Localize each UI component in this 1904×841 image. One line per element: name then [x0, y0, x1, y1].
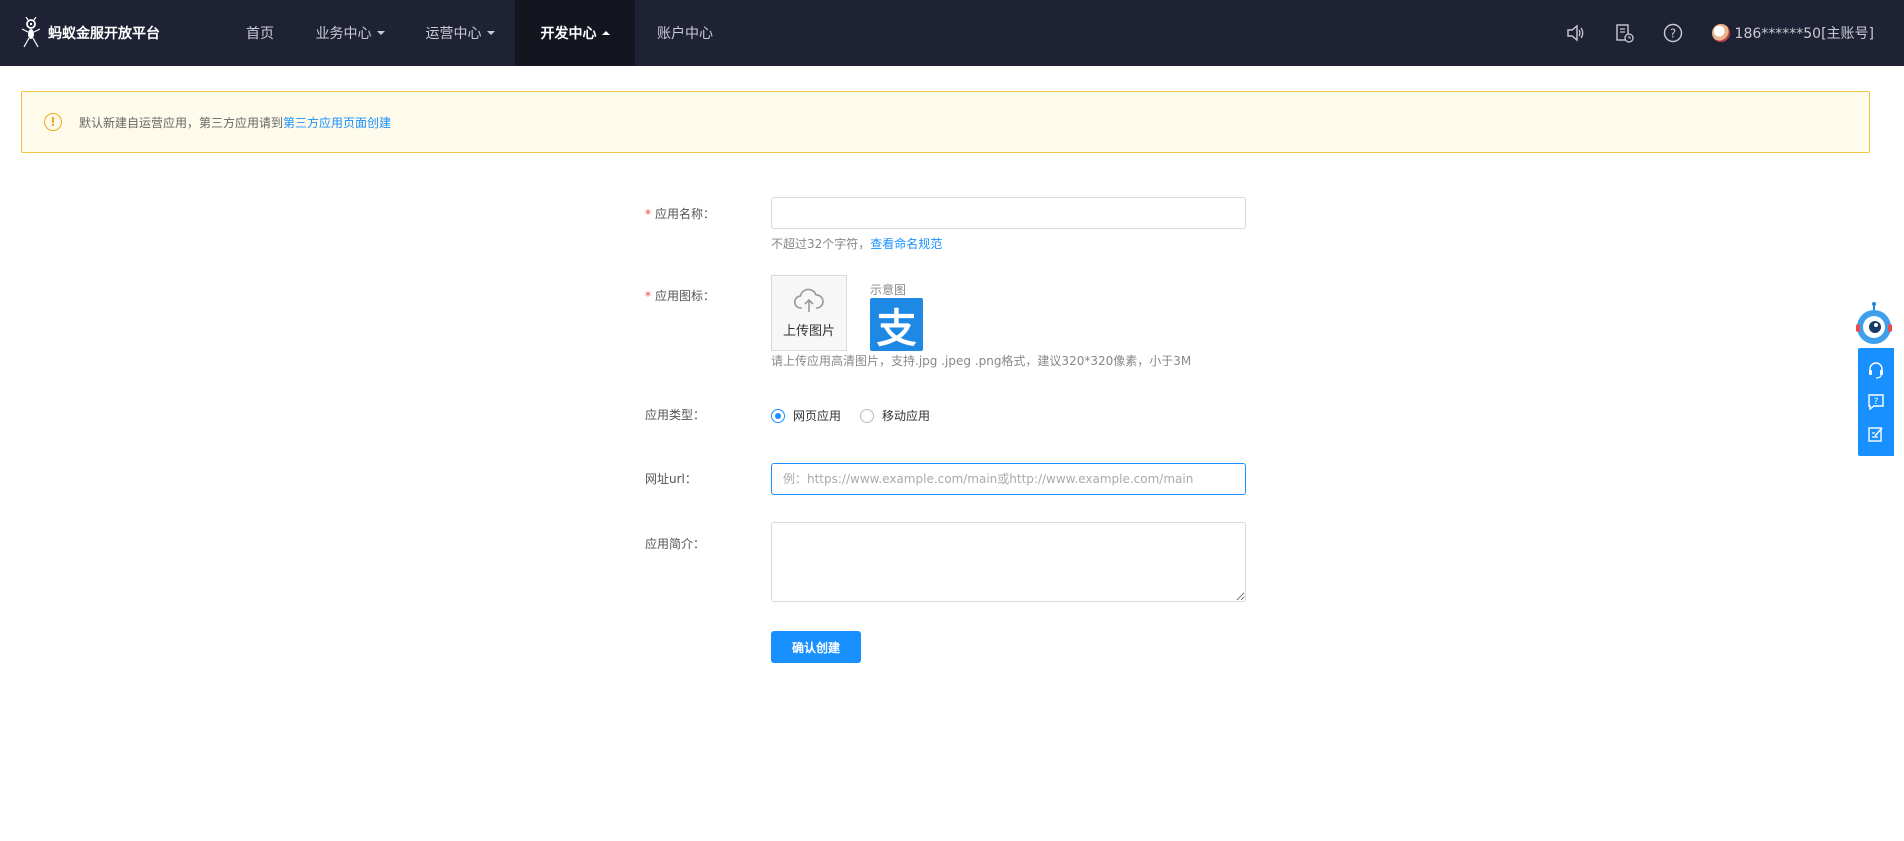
- header-tools: ? 186******50[主账号]: [1537, 0, 1874, 66]
- help-icon[interactable]: ?: [1662, 22, 1684, 44]
- hint-text: 不超过32个字符，: [771, 237, 871, 251]
- main-nav: 首页 业务中心 运营中心 开发中心 账户中心: [225, 0, 735, 66]
- nav-operation-center[interactable]: 运营中心: [405, 0, 515, 66]
- app-name-input[interactable]: [771, 197, 1246, 229]
- nav-label: 首页: [246, 26, 274, 42]
- radio-label: 网页应用: [793, 409, 842, 423]
- app-desc-textarea[interactable]: [771, 522, 1246, 602]
- caret-up-icon: [601, 31, 610, 35]
- caret-down-icon: [376, 31, 385, 35]
- required-mark: *: [645, 207, 651, 221]
- app-type-label: 应用类型：: [645, 408, 706, 422]
- faq-icon[interactable]: ?: [1867, 393, 1885, 411]
- warning-icon: !: [44, 113, 62, 131]
- nav-label: 账户中心: [657, 26, 713, 42]
- app-name-label: * 应用名称：: [645, 205, 715, 222]
- app-icon-hint: 请上传应用高清图片，支持.jpg .jpeg .png格式，建议320*320像…: [771, 354, 1192, 368]
- nav-account-center[interactable]: 账户中心: [635, 0, 735, 66]
- feedback-icon[interactable]: [1867, 425, 1885, 443]
- robot-assistant-icon[interactable]: [1854, 302, 1894, 346]
- upload-image-button[interactable]: 上传图片: [771, 275, 847, 351]
- app-desc-label: 应用简介：: [645, 537, 706, 551]
- user-name: 186******50[主账号]: [1734, 26, 1874, 42]
- nav-label: 开发中心: [540, 26, 597, 42]
- app-icon-label: * 应用图标：: [645, 287, 715, 304]
- app-name-hint: 不超过32个字符，查看命名规范: [771, 235, 942, 252]
- nav-dev-center[interactable]: 开发中心: [515, 0, 635, 66]
- svg-text:?: ?: [1874, 397, 1879, 407]
- radio-dot: [771, 408, 785, 423]
- required-mark: *: [645, 289, 651, 303]
- user-account[interactable]: 186******50[主账号]: [1711, 23, 1874, 43]
- naming-rules-link[interactable]: 查看命名规范: [870, 237, 942, 251]
- confirm-create-button[interactable]: 确认创建: [771, 631, 861, 663]
- top-nav-bar: 蚂蚁金服开放平台 首页 业务中心 运营中心 开发中心 账户中心 ? 186***…: [0, 0, 1904, 66]
- nav-home[interactable]: 首页: [225, 0, 295, 66]
- url-input[interactable]: [771, 463, 1246, 495]
- cloud-upload-icon: [794, 288, 824, 312]
- brand-name: 蚂蚁金服开放平台: [48, 26, 160, 42]
- url-label: 网址url：: [645, 472, 697, 486]
- brand[interactable]: 蚂蚁金服开放平台: [20, 0, 160, 66]
- label-text: 应用名称：: [655, 207, 716, 221]
- radio-mobile-app[interactable]: 移动应用: [860, 407, 930, 424]
- radio-dot: [860, 408, 874, 423]
- nav-label: 运营中心: [425, 26, 482, 42]
- ant-logo-icon: [21, 17, 41, 48]
- side-tools: ?: [1858, 348, 1894, 456]
- speaker-icon[interactable]: [1564, 22, 1586, 44]
- svg-text:?: ?: [1669, 27, 1675, 41]
- caret-down-icon: [486, 31, 495, 35]
- document-clock-icon[interactable]: [1613, 22, 1635, 44]
- customer-service-icon[interactable]: [1867, 361, 1885, 379]
- alipay-sample-icon: 支: [870, 298, 923, 352]
- nav-label: 业务中心: [315, 26, 372, 42]
- avatar: [1711, 24, 1730, 42]
- radio-web-app[interactable]: 网页应用: [771, 407, 841, 424]
- label-text: 应用图标：: [655, 289, 716, 303]
- alert-text: 默认新建自运营应用，第三方应用请到: [79, 115, 284, 130]
- upload-label: 上传图片: [782, 323, 835, 339]
- nav-business-center[interactable]: 业务中心: [295, 0, 405, 66]
- alert-message: 默认新建自运营应用，第三方应用请到第三方应用页面创建: [79, 114, 391, 131]
- third-party-app-link[interactable]: 第三方应用页面创建: [283, 116, 391, 130]
- info-alert: ! 默认新建自运营应用，第三方应用请到第三方应用页面创建: [21, 91, 1870, 153]
- radio-label: 移动应用: [882, 409, 931, 423]
